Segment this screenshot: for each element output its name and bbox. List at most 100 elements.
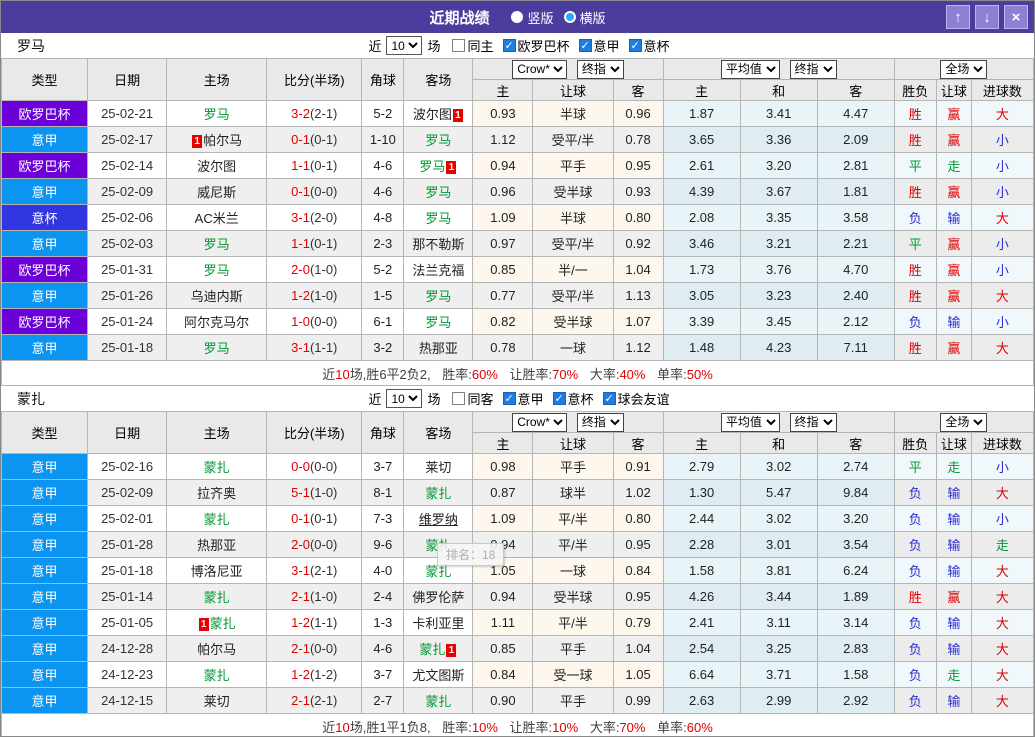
checkbox-icon[interactable]	[502, 39, 516, 52]
home-team-cell: 博洛尼亚	[166, 557, 268, 584]
average-select[interactable]: 平均值	[720, 59, 780, 79]
team-name[interactable]: 佛罗伦萨	[412, 590, 464, 605]
team-name[interactable]: 罗马	[204, 107, 230, 122]
col-avg-away: 客	[816, 432, 895, 454]
result-wdl-cell: 平	[893, 453, 937, 480]
team-name[interactable]: 波尔图	[197, 159, 236, 174]
final-index-select[interactable]: 终指	[576, 412, 624, 432]
team-name[interactable]: 波尔图 1	[413, 107, 464, 122]
team-name[interactable]: 蒙扎	[204, 460, 230, 475]
recent-count-select[interactable]: 10	[386, 36, 423, 55]
close-button[interactable]: ×	[1004, 5, 1028, 29]
team-name[interactable]: 罗马	[425, 289, 451, 304]
team-name[interactable]: 热那亚	[419, 341, 458, 356]
vertical-layout-radio-icon[interactable]	[511, 11, 524, 23]
checkbox-icon[interactable]	[502, 392, 516, 405]
average-select[interactable]: 平均值	[720, 412, 780, 432]
col-away: 客场	[403, 58, 474, 101]
filter-same-home[interactable]: 同主	[443, 36, 494, 55]
checkbox-icon[interactable]	[452, 39, 466, 52]
result-handicap-cell: 走	[935, 661, 972, 688]
handicap-line-cell: 半球	[532, 100, 614, 127]
final-index-select-2[interactable]: 终指	[789, 412, 837, 432]
checkbox-icon[interactable]	[578, 39, 592, 52]
team-name[interactable]: 卡利亚里	[412, 616, 464, 631]
team-name[interactable]: 1 帕尔马	[191, 133, 242, 148]
team-name[interactable]: 帕尔马	[197, 642, 236, 657]
filter-serie-a[interactable]: 意甲	[494, 389, 544, 408]
team-name[interactable]: 罗马	[204, 237, 230, 252]
col-home: 主场	[166, 411, 268, 454]
team-name[interactable]: 蒙扎	[204, 512, 230, 527]
filter-club-friendly[interactable]: 球会友谊	[594, 389, 670, 408]
team-name[interactable]: 阿尔克马尔	[184, 315, 249, 330]
team-name[interactable]: AC米兰	[195, 211, 239, 226]
team-name[interactable]: 法兰克福	[412, 263, 464, 278]
fulltime-select[interactable]: 全场	[940, 59, 988, 79]
team-name-text: 蒙扎	[203, 460, 230, 475]
red-card-badge: 1	[192, 135, 203, 148]
team-name[interactable]: 罗马	[204, 263, 230, 278]
final-index-select-2[interactable]: 终指	[789, 59, 837, 79]
col-avg-draw: 和	[739, 79, 818, 101]
team-name[interactable]: 罗马	[425, 133, 451, 148]
odds-away-cell: 0.92	[612, 230, 664, 257]
result-goals-cell: 小	[970, 178, 1034, 205]
final-index-select[interactable]: 终指	[576, 59, 624, 79]
filter-serie-a[interactable]: 意甲	[570, 36, 620, 55]
team-name[interactable]: 尤文图斯	[412, 668, 464, 683]
filter-coppa-italia[interactable]: 意杯	[620, 36, 670, 55]
move-up-button[interactable]: ↑	[946, 5, 970, 29]
team-name[interactable]: 罗马	[425, 185, 451, 200]
horizontal-layout-radio-icon[interactable]	[563, 11, 576, 23]
score-half: (0-1)	[309, 158, 338, 173]
score-main: 1-1	[291, 158, 310, 173]
move-down-button[interactable]: ↓	[975, 5, 999, 29]
team-name[interactable]: 威尼斯	[197, 185, 236, 200]
team-name[interactable]: 莱切	[204, 694, 230, 709]
recent-count-select[interactable]: 10	[386, 389, 423, 408]
team-name[interactable]: 那不勒斯	[412, 237, 464, 252]
team-name[interactable]: 蒙扎	[425, 486, 451, 501]
bookmaker-select[interactable]: Crow*	[512, 412, 568, 432]
team-name[interactable]: 热那亚	[197, 538, 236, 553]
checkbox-icon[interactable]	[552, 392, 566, 405]
team-name[interactable]: 蒙扎	[425, 564, 451, 579]
team-name[interactable]: 莱切	[425, 460, 451, 475]
summary-games-count: 10	[335, 719, 350, 735]
filter-same-away[interactable]: 同客	[443, 389, 494, 408]
vertical-layout-label[interactable]: 竖版	[527, 8, 553, 27]
bookmaker-select[interactable]: Crow*	[512, 59, 568, 79]
filter-coppa-italia[interactable]: 意杯	[544, 389, 594, 408]
team-name[interactable]: 罗马	[204, 341, 230, 356]
team-name[interactable]: 罗马	[425, 315, 451, 330]
monza-section-header: 蒙扎 近 10 场 同客 意甲 意杯 球会友谊	[1, 386, 1034, 411]
team-name[interactable]: 乌迪内斯	[191, 289, 243, 304]
checkbox-icon[interactable]	[628, 39, 642, 52]
corner-cell: 5-2	[361, 100, 405, 127]
team-name[interactable]: 蒙扎	[204, 590, 230, 605]
team-name[interactable]: 维罗纳	[419, 512, 458, 527]
monza-filters: 近 10 场 同客 意甲 意杯 球会友谊	[365, 389, 670, 408]
team-name[interactable]: 博洛尼亚	[191, 564, 243, 579]
result-handicap-cell: 赢	[935, 583, 972, 610]
team-name[interactable]: 罗马 1	[419, 159, 457, 174]
team-name[interactable]: 蒙扎 1	[419, 642, 457, 657]
home-team-cell: 蒙扎	[166, 453, 268, 480]
checkbox-icon[interactable]	[602, 392, 616, 405]
avg-home-cell: 1.87	[662, 100, 741, 127]
horizontal-layout-label[interactable]: 横版	[580, 8, 606, 27]
match-row: 意甲 25-02-17 1 帕尔马 0-1(0-1) 1-10 罗马 1.12 受平/半 0.78…	[1, 126, 1034, 153]
match-row: 意甲 24-12-23 蒙扎 1-2(1-2) 3-7 尤文图斯 0.84 受一球 1.05 6.…	[1, 661, 1034, 688]
team-name[interactable]: 蒙扎	[425, 694, 451, 709]
team-name[interactable]: 蒙扎	[204, 668, 230, 683]
team-name[interactable]: 罗马	[425, 211, 451, 226]
team-name[interactable]: 拉齐奥	[197, 486, 236, 501]
team-name[interactable]: 1 蒙扎	[198, 616, 236, 631]
match-date-cell: 25-02-06	[87, 204, 168, 231]
filter-europa-league[interactable]: 欧罗巴杯	[494, 36, 570, 55]
avg-away-cell: 2.21	[816, 230, 895, 257]
checkbox-icon[interactable]	[452, 392, 466, 405]
fulltime-select[interactable]: 全场	[940, 412, 988, 432]
avg-away-cell: 3.20	[816, 505, 895, 532]
